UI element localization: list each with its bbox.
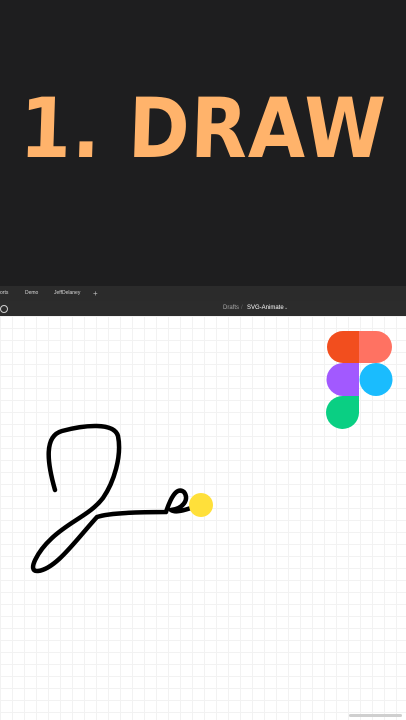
hand-drawn-stroke[interactable] bbox=[30, 423, 203, 574]
drawing-cursor-dot bbox=[189, 493, 213, 517]
canvas-overlay bbox=[30, 331, 393, 574]
figma-logo-icon bbox=[326, 331, 393, 429]
horizontal-scrollbar[interactable] bbox=[349, 714, 402, 717]
